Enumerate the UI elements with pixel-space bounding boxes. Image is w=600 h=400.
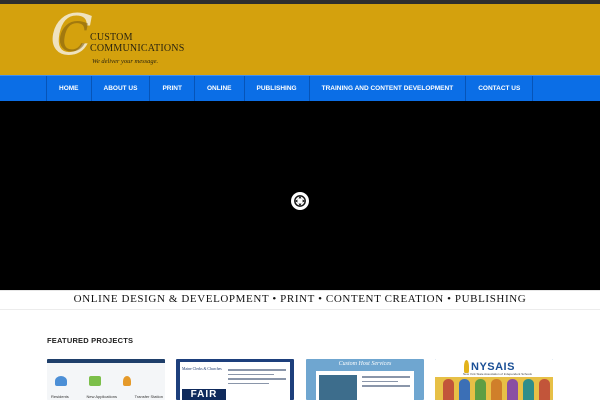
nav-item-training[interactable]: TRAINING AND CONTENT DEVELOPMENT [310,76,467,101]
logo-monogram-shadow: C [58,15,89,61]
project-thumbnail-1[interactable]: Residents New Applications Transfer Stat… [47,359,165,400]
student-figure [507,379,518,400]
thumb1-icons [55,376,131,386]
project-thumbnail-2[interactable]: Maine Clerks & Churches FAIR [176,359,294,400]
logo-name: CUSTOM COMMUNICATIONS [90,32,184,54]
thumb1-label-transfer: Transfer Station [134,394,163,399]
nav-item-print[interactable]: PRINT [150,76,195,101]
nav-item-home[interactable]: HOME [47,76,92,101]
project-thumbnail-4[interactable]: NYSAIS New York State Association of Ind… [435,359,553,400]
student-figure [523,379,534,400]
student-figure [475,379,486,400]
nav-item-publishing[interactable]: PUBLISHING [245,76,310,101]
student-figure [491,379,502,400]
thumb1-label-residents: Residents [51,394,69,399]
site-header: C C CUSTOM COMMUNICATIONS We deliver you… [0,4,600,75]
logo[interactable]: C C CUSTOM COMMUNICATIONS We deliver you… [50,8,190,72]
main-nav: HOME ABOUT US PRINT ONLINE PUBLISHING TR… [0,75,600,101]
thumb4-banner: NYSAIS New York State Association of Ind… [435,359,553,377]
logo-name-line1: CUSTOM [90,32,133,43]
transfer-station-icon [123,376,131,386]
thumb4-subtitle: New York State Association of Independen… [463,372,532,376]
thumb1-labels: Residents New Applications Transfer Stat… [51,394,163,399]
student-figure [459,379,470,400]
thumb3-photo [319,375,357,400]
featured-projects-heading: FEATURED PROJECTS [47,336,134,345]
thumb2-panel: Maine Clerks & Churches FAIR [180,362,290,400]
thumb3-text-lines [362,376,410,390]
nav-item-contact-us[interactable]: CONTACT US [466,76,534,101]
logo-tagline: We deliver your message. [92,58,159,65]
hero-video[interactable] [0,101,600,290]
thumb2-header: Maine Clerks & Churches [182,367,222,371]
thumb2-text-lines [228,369,286,387]
services-bar: ONLINE DESIGN & DEVELOPMENT • PRINT • CO… [0,290,600,310]
thumb1-label-applications: New Applications [86,394,117,399]
thumb3-title: Custom Host Services [338,361,392,367]
logo-name-line2: COMMUNICATIONS [90,43,185,54]
student-figure [539,379,550,400]
nav-list: HOME ABOUT US PRINT ONLINE PUBLISHING TR… [46,76,534,101]
nav-item-online[interactable]: ONLINE [195,76,245,101]
residents-icon [55,376,67,386]
thumb3-body [316,371,414,400]
thumb2-fair-badge: FAIR [182,389,226,400]
nav-item-about-us[interactable]: ABOUT US [92,76,151,101]
student-figure [443,379,454,400]
play-icon[interactable] [291,192,309,210]
applications-icon [89,376,101,386]
services-tagline: ONLINE DESIGN & DEVELOPMENT • PRINT • CO… [73,293,527,305]
project-thumbnail-3[interactable]: Custom Host Services [306,359,424,400]
